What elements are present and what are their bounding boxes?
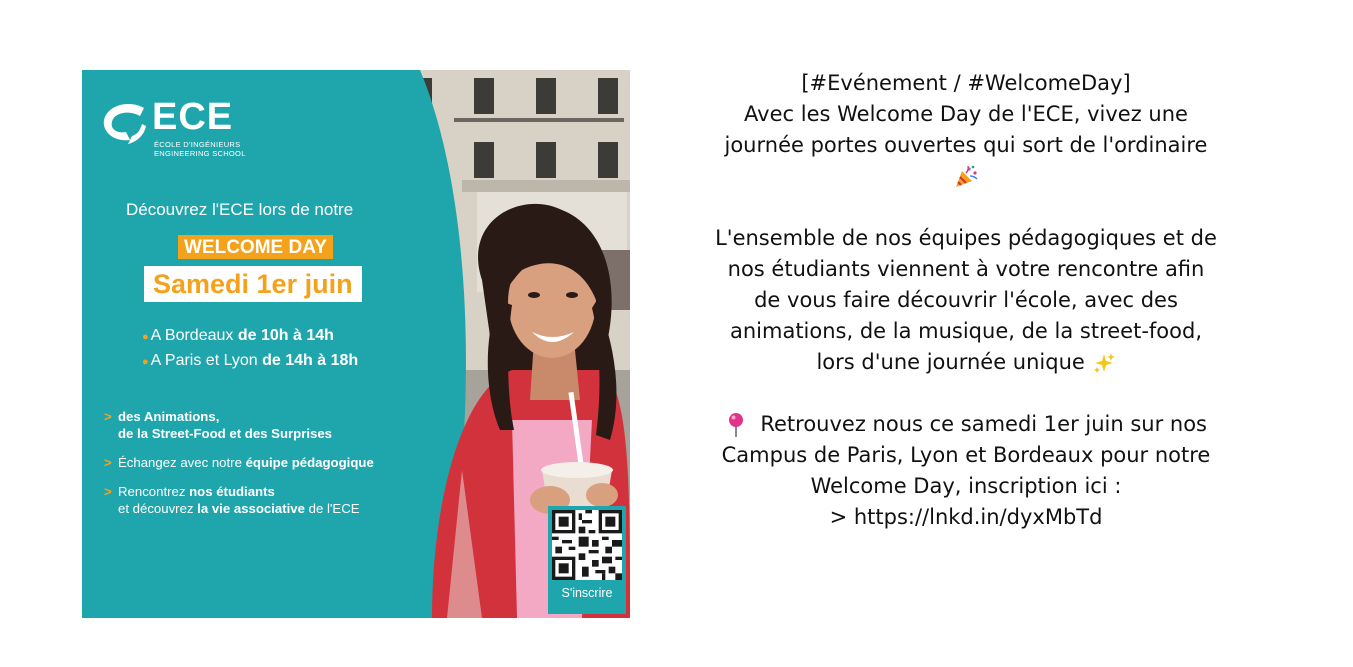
ece-logo-mark-icon: [103, 104, 146, 144]
pin-icon: ●: [142, 356, 149, 368]
pin-icon: ●: [142, 331, 149, 343]
chevron-right-icon: >: [104, 484, 112, 499]
event-date: Samedi 1er juin: [144, 266, 362, 302]
event-poster[interactable]: ECE ÉCOLE D'INGÉNIEURS ENGINEERING SCHOO…: [82, 70, 630, 618]
post-page: ECE ÉCOLE D'INGÉNIEURS ENGINEERING SCHOO…: [0, 0, 1353, 667]
bullet-item: > Échangez avec notre équipe pédagogique: [104, 455, 374, 470]
bullet-item: > Rencontrez nos étudiants et découvrez l…: [104, 484, 360, 516]
poster-bullets: > des Animations, de la Street-Food et de…: [104, 408, 444, 529]
schedule: ● A Bordeaux de 10h à 14h ● A Paris et Lyo…: [142, 324, 462, 374]
logo-name: ECE: [152, 96, 234, 138]
chevron-right-icon: >: [104, 455, 112, 470]
schedule-item: ● A Bordeaux de 10h à 14h: [142, 327, 334, 344]
poster-intro: Découvrez l'ECE lors de notre: [126, 200, 354, 219]
ece-logo: ECE ÉCOLE D'INGÉNIEURS ENGINEERING SCHOO…: [100, 96, 260, 158]
schedule-item: ● A Paris et Lyon de 14h à 18h: [142, 352, 359, 369]
qr-code-icon: [552, 510, 622, 580]
post-text: [#Evénement / #WelcomeDay] Avec les Welc…: [650, 68, 1282, 533]
bullet-item: > des Animations, de la Street-Food et de…: [104, 409, 332, 441]
register-label: S'inscrire: [561, 586, 613, 600]
registration-link[interactable]: > https://lnkd.in/dyxMbTd: [650, 502, 1282, 533]
party-popper-icon: [956, 165, 978, 187]
post-paragraph-2: L'ensemble de nos équipes pédagogiques e…: [715, 226, 1217, 374]
round-pushpin-icon: [729, 413, 743, 437]
sparkles-icon: [1093, 353, 1115, 373]
qr-register[interactable]: S'inscrire: [548, 506, 626, 614]
welcome-day-tag: WELCOME DAY: [178, 235, 333, 259]
post-paragraph-1: [#Evénement / #WelcomeDay] Avec les Welc…: [650, 68, 1282, 192]
chevron-right-icon: >: [104, 409, 112, 424]
logo-subtitle: ÉCOLE D'INGÉNIEURS ENGINEERING SCHOOL: [154, 140, 246, 158]
post-paragraph-3: Retrouvez nous ce samedi 1er juin sur no…: [650, 409, 1282, 533]
